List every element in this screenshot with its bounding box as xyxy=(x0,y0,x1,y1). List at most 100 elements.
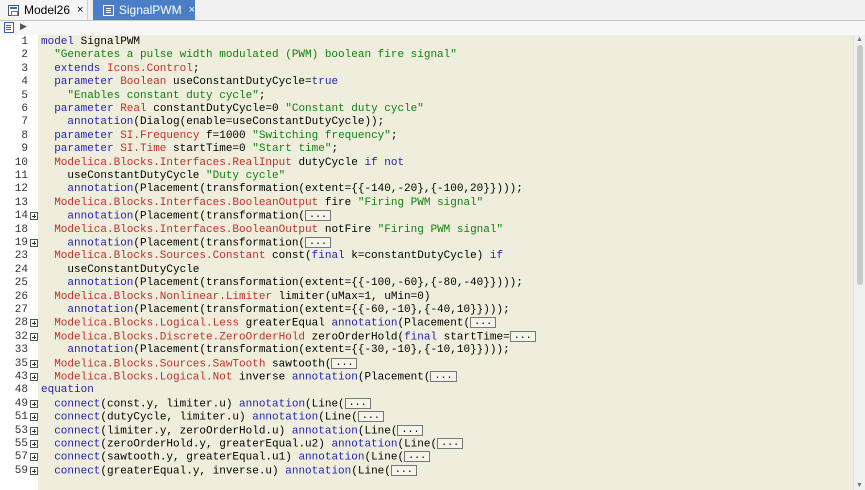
type-token: Modelica.Blocks.Sources.Constant xyxy=(54,250,273,263)
scroll-down-icon[interactable]: ▼ xyxy=(856,482,863,489)
expand-fold-icon[interactable] xyxy=(30,359,38,368)
code-line[interactable]: 19 annotation(Placement(transformation(..… xyxy=(0,237,853,250)
collapsed-annotation-button[interactable]: ... xyxy=(331,357,358,369)
type-token: Real xyxy=(120,103,154,115)
code-line[interactable]: 12 annotation(Placement(transformation(ex… xyxy=(0,183,853,196)
code-editor[interactable]: 1 model SignalPWM 2 "Generates a pulse widt… xyxy=(0,35,853,490)
code-line[interactable]: 57 connect(sawtooth.y, greaterEqual.u1) a… xyxy=(0,451,853,464)
code-token: (Line( xyxy=(351,465,391,478)
code-line[interactable]: 1 model SignalPWM xyxy=(0,36,853,49)
code-text: parameter Real constantDutyCycle=0 "Cons… xyxy=(54,103,424,116)
code-line[interactable]: 10 Modelica.Blocks.Interfaces.RealInput d… xyxy=(0,157,853,170)
code-line[interactable]: 9 parameter SI.Time startTime=0 "Start ti… xyxy=(0,143,853,156)
code-line[interactable]: 14 annotation(Placement(transformation(..… xyxy=(0,210,853,223)
expand-fold-icon[interactable] xyxy=(30,319,38,328)
close-icon[interactable]: × xyxy=(77,4,83,16)
collapsed-annotation-button[interactable]: ... xyxy=(470,317,497,329)
code-line[interactable]: 4 parameter Boolean useConstantDutyCycle=… xyxy=(0,76,853,89)
code-text: annotation(Placement(transformation(exte… xyxy=(67,344,509,357)
code-line[interactable]: 18 Modelica.Blocks.Interfaces.BooleanOutp… xyxy=(0,224,853,237)
line-number: 49 xyxy=(14,397,28,410)
keyword-token: parameter xyxy=(54,103,121,115)
code-line[interactable]: 6 parameter Real constantDutyCycle=0 "Con… xyxy=(0,103,853,116)
keyword-token: connect xyxy=(54,438,101,451)
code-text: connect(sawtooth.y, greaterEqual.u1) ann… xyxy=(54,451,431,465)
line-number: 11 xyxy=(14,170,28,182)
code-token: dutyCycle xyxy=(298,156,365,169)
code-line[interactable]: 49 connect(const.y, limiter.u) annotation… xyxy=(0,397,853,411)
collapsed-annotation-button[interactable]: ... xyxy=(437,438,464,449)
code-line[interactable]: 59 connect(greaterEqual.y, inverse.u) ann… xyxy=(0,464,853,478)
type-token: SI.Time xyxy=(120,143,174,156)
code-line[interactable]: 24 useConstantDutyCycle xyxy=(0,264,853,277)
code-line[interactable]: 7 annotation(Dialog(enable=useConstantDut… xyxy=(0,116,853,129)
line-number: 13 xyxy=(14,196,28,209)
keyword-token: parameter xyxy=(54,76,121,89)
expand-fold-icon[interactable] xyxy=(30,212,38,221)
collapsed-annotation-button[interactable]: ... xyxy=(430,371,457,382)
code-line[interactable]: 2 "Generates a pulse width modulated (PWM… xyxy=(0,49,853,62)
code-line[interactable]: 23 Modelica.Blocks.Sources.Constant const… xyxy=(0,250,853,263)
scrollbar-thumb[interactable] xyxy=(857,45,863,285)
code-line[interactable]: 25 annotation(Placement(transformation(ex… xyxy=(0,277,853,290)
chevron-right-icon[interactable]: ▶ xyxy=(20,21,27,32)
line-number: 33 xyxy=(14,344,28,357)
collapsed-annotation-button[interactable]: ... xyxy=(305,237,332,248)
code-line[interactable]: 8 parameter SI.Frequency f=1000 "Switchin… xyxy=(0,130,853,143)
code-line[interactable]: 11 useConstantDutyCycle "Duty cycle" xyxy=(0,170,853,183)
collapsed-annotation-button[interactable]: ... xyxy=(397,424,424,436)
collapsed-annotation-button[interactable]: ... xyxy=(357,411,384,423)
tab-signalpwm[interactable]: SignalPWM × xyxy=(93,0,195,20)
keyword-token: model xyxy=(41,36,81,48)
code-token: (Placement(transformation(extent={{-30,-… xyxy=(133,344,510,357)
code-line[interactable]: 32 Modelica.Blocks.Discrete.ZeroOrderHold… xyxy=(0,330,853,344)
code-line[interactable]: 55 connect(zeroOrderHold.y, greaterEqual.… xyxy=(0,438,853,451)
collapsed-annotation-button[interactable]: ... xyxy=(344,397,371,409)
vertical-scrollbar[interactable]: ▲ ▼ xyxy=(853,35,865,490)
code-text: extends Icons.Control; xyxy=(54,63,199,76)
code-line[interactable]: 13 Modelica.Blocks.Interfaces.BooleanOutp… xyxy=(0,197,853,210)
expand-fold-icon[interactable] xyxy=(30,373,38,381)
scroll-up-icon[interactable]: ▲ xyxy=(856,36,863,43)
editor-toolbar: ▶ xyxy=(0,21,865,35)
code-line[interactable]: 33 annotation(Placement(transformation(ex… xyxy=(0,344,853,357)
code-token: (zeroOrderHold.y, greaterEqual.u2) xyxy=(100,438,332,451)
code-line[interactable]: 28 Modelica.Blocks.Logical.Less greaterEq… xyxy=(0,317,853,330)
code-line[interactable]: 5 "Enables constant duty cycle"; xyxy=(0,90,853,103)
collapsed-annotation-button[interactable]: ... xyxy=(404,451,431,463)
string-token: "Firing PWM signal" xyxy=(377,223,504,236)
expand-fold-icon[interactable] xyxy=(30,466,38,475)
collapsed-annotation-button[interactable]: ... xyxy=(305,210,332,222)
expand-fold-icon[interactable] xyxy=(30,332,38,341)
keyword-token: annotation xyxy=(285,465,352,478)
code-line[interactable]: 26 Modelica.Blocks.Nonlinear.Limiter limi… xyxy=(0,291,853,304)
string-token: "Generates a pulse width modulated (PWM)… xyxy=(54,49,457,62)
expand-fold-icon[interactable] xyxy=(30,239,38,247)
code-token: startTime=0 xyxy=(173,143,253,156)
close-icon[interactable]: × xyxy=(189,4,195,16)
collapsed-annotation-button[interactable]: ... xyxy=(509,330,536,342)
code-token: fire xyxy=(324,196,358,209)
expand-fold-icon[interactable] xyxy=(30,413,38,422)
code-line[interactable]: 53 connect(limiter.y, zeroOrderHold.u) an… xyxy=(0,424,853,438)
code-line[interactable]: 35 Modelica.Blocks.Sources.SawTooth sawto… xyxy=(0,357,853,371)
code-line[interactable]: 3 extends Icons.Control; xyxy=(0,63,853,76)
expand-fold-icon[interactable] xyxy=(30,453,38,462)
code-line[interactable]: 48 equation xyxy=(0,384,853,397)
line-number: 28 xyxy=(14,317,28,330)
collapsed-annotation-button[interactable]: ... xyxy=(390,464,417,476)
line-number: 14 xyxy=(14,210,28,223)
tab-model26[interactable]: Model26 × xyxy=(0,0,88,20)
code-line[interactable]: 43 Modelica.Blocks.Logical.Not inverse an… xyxy=(0,371,853,384)
line-number: 4 xyxy=(21,76,28,89)
type-token: Modelica.Blocks.Interfaces.BooleanOutput xyxy=(54,196,325,209)
document-icon[interactable] xyxy=(4,22,14,33)
code-token: (Placement(transformation(extent={{-60,-… xyxy=(133,304,510,316)
expand-fold-icon[interactable] xyxy=(30,399,38,408)
expand-fold-icon[interactable] xyxy=(30,426,38,435)
expand-fold-icon[interactable] xyxy=(30,440,38,448)
code-line[interactable]: 27 annotation(Placement(transformation(ex… xyxy=(0,304,853,317)
code-line[interactable]: 51 connect(dutyCycle, limiter.u) annotati… xyxy=(0,411,853,424)
string-token: "Start time" xyxy=(252,143,332,156)
code-token: (Placement( xyxy=(357,371,431,384)
